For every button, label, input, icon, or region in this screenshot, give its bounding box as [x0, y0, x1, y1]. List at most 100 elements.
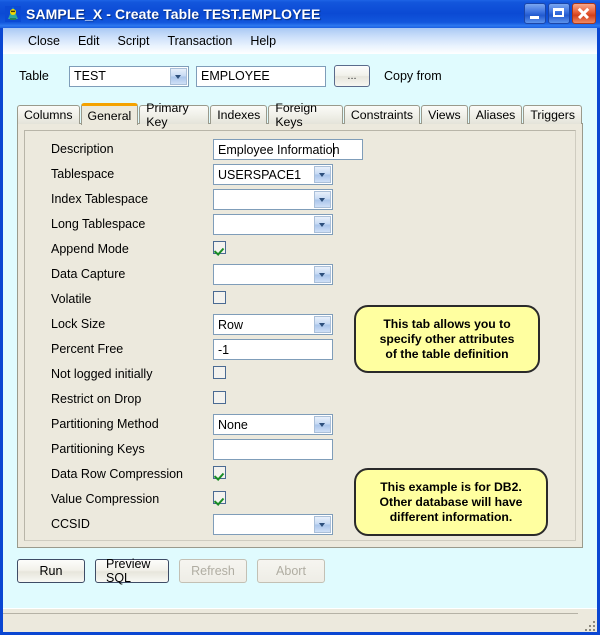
description-input[interactable]: Employee Information [213, 139, 363, 160]
table-label: Table [19, 69, 49, 83]
close-button[interactable] [572, 3, 596, 24]
schema-combo-value: TEST [74, 69, 106, 83]
form-row-data-capture: Data Capture [25, 264, 575, 286]
long-tablespace-combo[interactable] [213, 214, 333, 235]
title-bar[interactable]: SAMPLE_X - Create Table TEST.EMPLOYEE [0, 0, 600, 28]
chevron-down-icon[interactable] [314, 266, 331, 283]
not-logged-initially-checkbox[interactable] [213, 366, 226, 379]
partitioning-method-label: Partitioning Method [51, 417, 159, 431]
callout-db2-note-line-3: different information. [389, 509, 513, 524]
append-mode-checkbox[interactable] [213, 241, 226, 254]
chevron-down-icon[interactable] [170, 67, 187, 85]
maximize-button[interactable] [548, 3, 570, 24]
browse-button[interactable]: ... [334, 65, 370, 87]
tab-columns[interactable]: Columns [17, 105, 80, 124]
table-name-value: EMPLOYEE [201, 69, 270, 83]
menu-item-script[interactable]: Script [109, 32, 159, 50]
application-window: SAMPLE_X - Create Table TEST.EMPLOYEE Cl… [0, 0, 600, 635]
partitioning-method-value: None [218, 417, 248, 432]
restrict-on-drop-label: Restrict on Drop [51, 392, 142, 406]
value-compression-checkbox[interactable] [213, 491, 226, 504]
chevron-down-icon[interactable] [314, 516, 331, 533]
percent-free-value: -1 [218, 342, 230, 357]
minimize-icon [530, 16, 539, 19]
chevron-down-icon[interactable] [314, 166, 331, 183]
refresh-button[interactable]: Refresh [179, 559, 247, 583]
callout-tab-info-line-1: This tab allows you to [383, 316, 511, 331]
data-row-compression-checkbox[interactable] [213, 466, 226, 479]
description-label: Description [51, 142, 114, 156]
lock-size-label: Lock Size [51, 317, 106, 331]
menu-item-transaction[interactable]: Transaction [158, 32, 241, 50]
menu-item-edit[interactable]: Edit [69, 32, 109, 50]
minimize-button[interactable] [524, 3, 546, 24]
volatile-checkbox[interactable] [213, 291, 226, 304]
caption-buttons [524, 3, 596, 24]
resize-grip[interactable] [581, 617, 595, 631]
menu-bar: Close Edit Script Transaction Help [3, 28, 597, 54]
partitioning-keys-input[interactable] [213, 439, 333, 460]
tab-triggers[interactable]: Triggers [523, 105, 582, 124]
menu-item-help[interactable]: Help [241, 32, 285, 50]
append-mode-label: Append Mode [51, 242, 129, 256]
chevron-down-icon[interactable] [314, 191, 331, 208]
tab-views[interactable]: Views [421, 105, 468, 124]
tab-indexes[interactable]: Indexes [210, 105, 268, 124]
callout-db2-note: This example is for DB2. Other database … [354, 468, 548, 536]
callout-db2-note-line-2: Other database will have [379, 494, 523, 509]
volatile-label: Volatile [51, 292, 92, 306]
lock-size-value: Row [218, 317, 244, 332]
ccsid-combo[interactable] [213, 514, 333, 535]
tab-foreign-keys[interactable]: Foreign Keys [268, 101, 343, 129]
form-row-tablespace: Tablespace USERSPACE1 [25, 164, 575, 186]
tablespace-combo[interactable]: USERSPACE1 [213, 164, 333, 185]
partitioning-method-combo[interactable]: None [213, 414, 333, 435]
form-row-append-mode: Append Mode [25, 239, 575, 261]
form-row-index-tablespace: Index Tablespace [25, 189, 575, 211]
table-name-input[interactable]: EMPLOYEE [196, 65, 326, 87]
tablespace-value: USERSPACE1 [218, 167, 302, 182]
copy-from-label: Copy from [384, 69, 442, 83]
restrict-on-drop-checkbox[interactable] [213, 391, 226, 404]
callout-tab-info: This tab allows you to specify other att… [354, 305, 540, 373]
data-capture-label: Data Capture [51, 267, 126, 281]
abort-button[interactable]: Abort [257, 559, 325, 583]
status-bar [3, 608, 597, 632]
percent-free-label: Percent Free [51, 342, 124, 356]
callout-tab-info-line-3: of the table definition [385, 346, 509, 361]
form-row-restrict-on-drop: Restrict on Drop [25, 389, 575, 411]
tablespace-label: Tablespace [51, 167, 115, 181]
maximize-icon [553, 8, 564, 17]
data-row-compression-label: Data Row Compression [51, 467, 183, 481]
table-selector-row: Table TEST EMPLOYEE ... Copy from [3, 63, 597, 89]
menu-item-close[interactable]: Close [19, 32, 69, 50]
index-tablespace-combo[interactable] [213, 189, 333, 210]
form-row-description: Description Employee Information [25, 139, 575, 161]
action-button-bar: Run Preview SQL Refresh Abort [17, 557, 325, 585]
text-caret [333, 143, 334, 157]
description-value: Employee Information [218, 142, 340, 157]
ccsid-label: CCSID [51, 517, 90, 531]
general-tab-panel: Description Employee Information Tablesp… [17, 123, 583, 548]
tab-constraints[interactable]: Constraints [343, 105, 421, 124]
index-tablespace-label: Index Tablespace [51, 192, 149, 206]
tab-general[interactable]: General [80, 103, 139, 125]
chevron-down-icon[interactable] [314, 316, 331, 333]
schema-combo[interactable]: TEST [69, 65, 189, 87]
status-divider [3, 613, 578, 614]
callout-db2-note-line-1: This example is for DB2. [380, 479, 522, 494]
preview-sql-button[interactable]: Preview SQL [95, 557, 169, 585]
chevron-down-icon[interactable] [314, 216, 331, 233]
data-capture-combo[interactable] [213, 264, 333, 285]
app-icon[interactable] [5, 6, 21, 22]
tab-primary-key[interactable]: Primary Key [139, 101, 210, 129]
tab-aliases[interactable]: Aliases [468, 105, 523, 124]
window-title: SAMPLE_X - Create Table TEST.EMPLOYEE [26, 6, 321, 22]
lock-size-combo[interactable]: Row [213, 314, 333, 335]
value-compression-label: Value Compression [51, 492, 160, 506]
partitioning-keys-label: Partitioning Keys [51, 442, 145, 456]
percent-free-input[interactable]: -1 [213, 339, 333, 360]
chevron-down-icon[interactable] [314, 416, 331, 433]
callout-tab-info-line-2: specify other attributes [379, 331, 515, 346]
run-button[interactable]: Run [17, 559, 85, 583]
